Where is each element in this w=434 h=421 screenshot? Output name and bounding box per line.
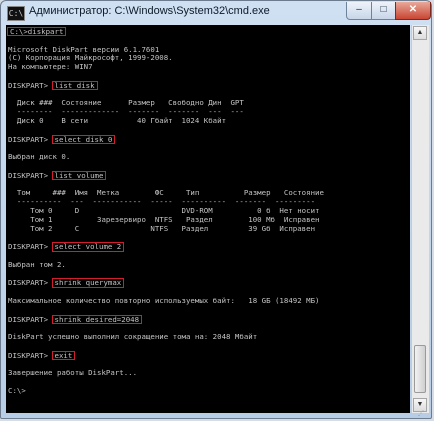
vertical-scrollbar[interactable]: ▲ ▼ xyxy=(411,25,429,413)
console-text: Выбран том 2. xyxy=(8,259,66,269)
console-text: Завершение работы DiskPart... xyxy=(8,368,138,378)
console-line xyxy=(8,126,324,135)
console-line: DISKPART> list volume xyxy=(8,170,324,181)
console-prompt: DISKPART> xyxy=(8,350,53,360)
console-line: DISKPART> exit xyxy=(8,350,324,361)
console-text: Microsoft DiskPart версии 6.1.7601 xyxy=(8,44,160,54)
console-text: Выбран диск 0. xyxy=(8,152,71,162)
highlighted-command: exit xyxy=(51,350,76,361)
highlighted-command: list disk xyxy=(51,80,98,91)
console-text: Том ### Имя Метка ФС Тип Размер Состояни… xyxy=(8,188,324,198)
console-line: DISKPART> select volume 2 xyxy=(8,242,324,252)
window-title: Администратор: C:\Windows\System32\cmd.e… xyxy=(29,5,270,17)
console-line xyxy=(8,270,324,279)
console-line xyxy=(8,378,324,387)
title-bar[interactable]: C:\ Администратор: C:\Windows\System32\c… xyxy=(1,1,431,25)
console-line: Том 2 C NTFS Раздел 39 Gб Исправен xyxy=(8,223,324,234)
highlighted-command: list volume xyxy=(51,170,107,181)
console-line: Максимальное количество повторно использ… xyxy=(8,295,324,306)
console-line: Выбран диск 0. xyxy=(8,152,324,162)
console-text: Диск 0 В сети 40 Гбайт 1024 Кбайт xyxy=(8,115,227,125)
highlighted-command: select volume 2 xyxy=(51,242,125,252)
console-text: DiskPart успешно выполнил сокращение том… xyxy=(8,332,258,342)
console-line xyxy=(8,342,324,351)
minimize-button[interactable]: – xyxy=(346,2,372,20)
console-line: C:\> xyxy=(8,385,324,396)
console-line xyxy=(8,72,324,81)
console-app-icon[interactable]: C:\ xyxy=(7,6,25,21)
console-line: Выбран том 2. xyxy=(8,259,324,270)
maximize-button[interactable]: □ xyxy=(371,2,396,20)
console-prompt: DISKPART> xyxy=(8,314,53,324)
console-text: -------- ------------- ------- ------- -… xyxy=(8,107,244,117)
console-output[interactable]: C:\>diskpart Microsoft DiskPart версии 6… xyxy=(6,25,410,413)
highlighted-command: select disk 0 xyxy=(51,134,116,144)
highlighted-command: C:\>diskpart xyxy=(7,27,67,37)
console-lines: C:\>diskpart Microsoft DiskPart версии 6… xyxy=(7,27,324,396)
highlighted-command: shrink querymax xyxy=(51,278,125,288)
console-prompt: DISKPART> xyxy=(8,134,53,144)
console-line: C:\>diskpart xyxy=(7,27,324,37)
console-prompt: DISKPART> xyxy=(8,278,53,288)
console-text: (C) Корпорация Майкрософт, 1999-2008. xyxy=(8,53,173,63)
console-line: DiskPart успешно выполнил сокращение том… xyxy=(8,332,324,342)
console-text: На компьютере: WIN7 xyxy=(8,62,93,72)
console-line: DISKPART> shrink desired=2048 xyxy=(8,314,324,325)
console-text: C:\> xyxy=(8,385,26,395)
console-line: На компьютере: WIN7 xyxy=(8,62,324,72)
close-button[interactable]: ✕ xyxy=(395,2,431,20)
console-line xyxy=(8,306,324,315)
console-line: Диск 0 В сети 40 Гбайт 1024 Кбайт xyxy=(8,115,324,126)
console-text: Максимальное количество повторно использ… xyxy=(8,295,320,305)
scrollbar-thumb[interactable] xyxy=(414,345,426,393)
console-prompt: DISKPART> xyxy=(8,170,53,180)
console-prompt: DISKPART> xyxy=(8,80,53,90)
console-line: DISKPART> select disk 0 xyxy=(8,134,324,145)
console-prompt: DISKPART> xyxy=(8,242,53,252)
console-text: Том 2 C NTFS Раздел 39 Gб Исправен xyxy=(8,223,316,233)
cmd-window: C:\ Администратор: C:\Windows\System32\c… xyxy=(0,0,432,419)
console-line xyxy=(8,162,324,171)
highlighted-command: shrink desired=2048 xyxy=(51,314,143,324)
console-text: Том 0 D DVD-ROM 0 б Нет носит xyxy=(8,205,320,215)
console-line: DISKPART> list disk xyxy=(8,80,324,91)
console-line: DISKPART> shrink querymax xyxy=(8,278,324,288)
resize-grip-icon[interactable]: ⋰ xyxy=(418,410,428,417)
console-text: Диск ### Состояние Размер Свободно Дин G… xyxy=(8,98,244,108)
console-line xyxy=(8,233,324,242)
console-text: Том 1 Зарезервиро NTFS Раздел 100 Мб Исп… xyxy=(8,214,320,224)
scroll-up-arrow-icon[interactable]: ▲ xyxy=(413,26,427,40)
console-text: ---------- --- ----------- ----- -------… xyxy=(8,197,316,207)
console-line: Завершение работы DiskPart... xyxy=(8,368,324,378)
